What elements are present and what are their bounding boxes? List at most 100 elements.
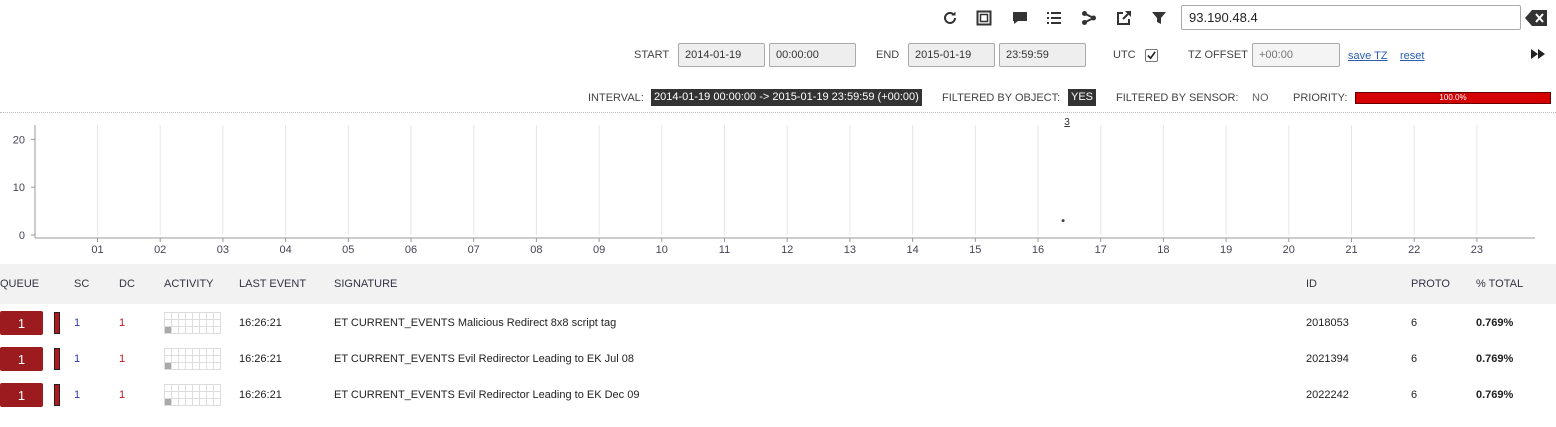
y-tick-label: 0	[19, 230, 25, 242]
queue-button[interactable]: 1	[0, 347, 43, 371]
col-dc[interactable]: DC	[119, 278, 135, 290]
activity-cell	[165, 392, 172, 399]
x-tick-label: 08	[530, 244, 542, 256]
activity-cell	[214, 356, 221, 363]
activity-cell	[200, 349, 207, 356]
fast-forward-icon[interactable]	[1528, 44, 1548, 64]
x-tick-label: 02	[154, 244, 166, 256]
table-row[interactable]: 1 1 1 16:26:21 ET CURRENT_EVENTS Evil Re…	[0, 377, 1556, 413]
activity-cell	[214, 392, 221, 399]
expand-icon[interactable]	[974, 8, 994, 28]
sc-count[interactable]: 1	[74, 317, 80, 329]
percent-total: 0.769%	[1476, 353, 1514, 365]
activity-cell	[214, 349, 221, 356]
end-time-input[interactable]	[999, 43, 1086, 67]
y-tick-label: 10	[13, 182, 25, 194]
col-activity[interactable]: ACTIVITY	[164, 278, 214, 290]
filtered-object-value: YES	[1068, 89, 1097, 106]
col-id[interactable]: ID	[1306, 278, 1317, 290]
activity-cell	[165, 363, 172, 370]
utc-checkbox[interactable]	[1145, 49, 1158, 62]
signature[interactable]: ET CURRENT_EVENTS Evil Redirector Leadin…	[334, 353, 634, 365]
activity-cell	[179, 363, 186, 370]
activity-cell	[165, 327, 172, 334]
activity-cell	[200, 327, 207, 334]
x-tick-label: 14	[906, 244, 918, 256]
activity-cell	[165, 349, 172, 356]
activity-cell	[200, 385, 207, 392]
x-tick-label: 04	[279, 244, 291, 256]
queue-button[interactable]: 1	[0, 383, 43, 407]
check-icon	[1147, 51, 1156, 60]
activity-cell	[165, 313, 172, 320]
proto: 6	[1411, 317, 1418, 329]
search-input[interactable]	[1181, 5, 1521, 30]
activity-cell	[186, 392, 193, 399]
activity-cell	[179, 385, 186, 392]
end-date-input[interactable]	[908, 43, 995, 67]
comment-icon[interactable]	[1010, 8, 1030, 28]
activity-cell	[165, 399, 172, 406]
col-sc[interactable]: SC	[74, 278, 89, 290]
activity-cell	[214, 313, 221, 320]
start-time-input[interactable]	[769, 43, 856, 67]
activity-cell	[207, 363, 214, 370]
clear-search-icon[interactable]	[1524, 9, 1548, 27]
x-tick-label: 19	[1220, 244, 1232, 256]
dc-count[interactable]: 1	[119, 317, 125, 329]
col-queue[interactable]: QUEUE	[0, 278, 39, 290]
activity-cell	[172, 363, 179, 370]
x-tick-label: 11	[719, 244, 730, 256]
table-header: QUEUE SC DC ACTIVITY LAST EVENT SIGNATUR…	[0, 264, 1556, 304]
activity-cell	[193, 392, 200, 399]
col-last-event[interactable]: LAST EVENT	[239, 278, 306, 290]
col-signature[interactable]: SIGNATURE	[334, 278, 397, 290]
activity-grid	[164, 348, 221, 370]
interval-value: 2014-01-19 00:00:00 -> 2015-01-19 23:59:…	[651, 89, 922, 106]
tz-offset-label: TZ OFFSET	[1188, 49, 1248, 61]
x-tick-label: 05	[342, 244, 354, 256]
activity-cell	[186, 313, 193, 320]
utc-label: UTC	[1113, 49, 1136, 61]
table-row[interactable]: 1 1 1 16:26:21 ET CURRENT_EVENTS Malicio…	[0, 305, 1556, 341]
activity-grid	[164, 384, 221, 406]
signature[interactable]: ET CURRENT_EVENTS Evil Redirector Leadin…	[334, 389, 639, 401]
save-tz-link[interactable]: save TZ	[1348, 50, 1388, 62]
tz-offset-input[interactable]	[1252, 43, 1340, 67]
activity-cell	[172, 356, 179, 363]
proto: 6	[1411, 353, 1418, 365]
activity-cell	[172, 320, 179, 327]
start-date-input[interactable]	[678, 43, 765, 67]
x-tick-label: 07	[468, 244, 480, 256]
col-total[interactable]: % TOTAL	[1476, 278, 1523, 290]
data-label: 3	[1064, 117, 1070, 128]
reset-link[interactable]: reset	[1400, 50, 1424, 62]
external-link-icon[interactable]	[1114, 8, 1134, 28]
dc-count[interactable]: 1	[119, 353, 125, 365]
x-tick-label: 23	[1471, 244, 1483, 256]
x-tick-label: 13	[844, 244, 856, 256]
activity-cell	[172, 392, 179, 399]
col-proto[interactable]: PROTO	[1411, 278, 1450, 290]
percent-total: 0.769%	[1476, 389, 1514, 401]
activity-chart: 0 10 20 01 02 03 04 05 06 07 08 09 10 11 12 13 14 15 16 17 1…	[13, 117, 1535, 256]
dc-count[interactable]: 1	[119, 389, 125, 401]
share-icon[interactable]	[1079, 8, 1099, 28]
signature-id: 2018053	[1306, 317, 1349, 329]
queue-button[interactable]: 1	[0, 311, 43, 335]
filter-icon[interactable]	[1149, 8, 1169, 28]
activity-cell	[186, 349, 193, 356]
sc-count[interactable]: 1	[74, 389, 80, 401]
signature[interactable]: ET CURRENT_EVENTS Malicious Redirect 8x8…	[334, 317, 616, 329]
x-tick-label: 12	[781, 244, 793, 256]
start-label: START	[634, 49, 670, 61]
list-icon[interactable]	[1044, 8, 1064, 28]
refresh-icon[interactable]	[940, 8, 960, 28]
sc-count[interactable]: 1	[74, 353, 80, 365]
activity-cell	[193, 313, 200, 320]
x-tick-label: 10	[656, 244, 668, 256]
activity-cell	[186, 356, 193, 363]
filtered-object-label: FILTERED BY OBJECT:	[942, 92, 1061, 104]
table-row[interactable]: 1 1 1 16:26:21 ET CURRENT_EVENTS Evil Re…	[0, 341, 1556, 377]
activity-cell	[207, 327, 214, 334]
